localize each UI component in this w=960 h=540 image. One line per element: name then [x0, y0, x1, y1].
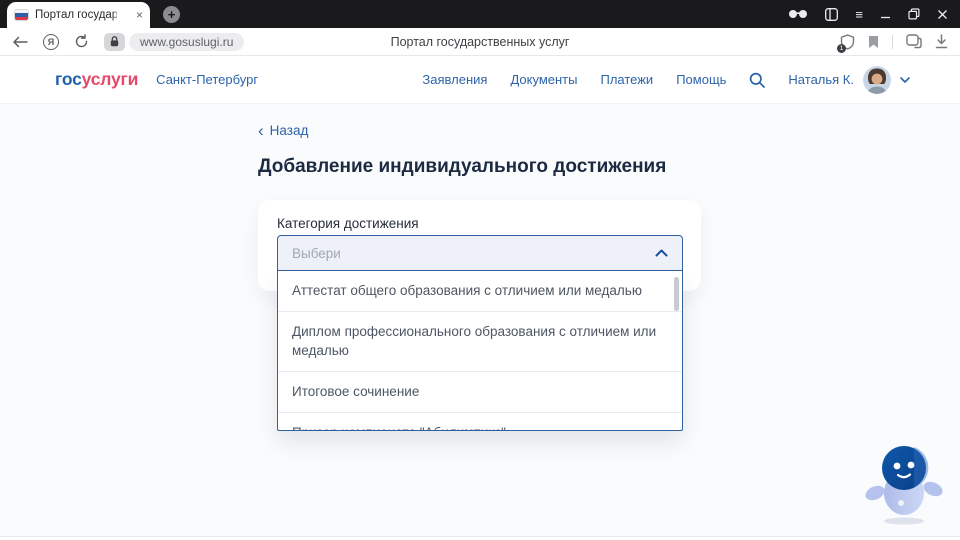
page-title: Добавление индивидуального достижения [258, 156, 666, 178]
region-selector[interactable]: Санкт-Петербург [156, 72, 258, 87]
select-placeholder: Выбери [292, 246, 341, 261]
nav-link-payments[interactable]: Платежи [600, 72, 653, 87]
browser-toolbar: Я www.gosuslugi.ru Портал государственны… [0, 28, 960, 56]
protect-shield-icon[interactable]: 1 [840, 34, 855, 50]
logo-part-blue: гос [55, 69, 82, 89]
site-header: госуслуги Санкт-Петербург Заявления Доку… [0, 56, 960, 104]
site-lock-icon[interactable] [104, 33, 125, 51]
window-minimize-icon[interactable] [880, 9, 891, 20]
yandex-home-icon[interactable]: Я [43, 34, 59, 50]
address-bar[interactable]: www.gosuslugi.ru [129, 33, 244, 51]
download-icon[interactable] [935, 34, 948, 49]
back-label: Назад [270, 123, 309, 138]
back-icon[interactable] [12, 36, 28, 48]
browser-tab[interactable]: Портал государственны × [7, 2, 150, 28]
robot-assistant-mascot[interactable] [862, 440, 946, 528]
user-menu[interactable]: Наталья К. [788, 66, 910, 94]
bookmark-flag-icon[interactable] [868, 35, 879, 49]
collections-icon[interactable] [906, 34, 922, 49]
incognito-glasses-icon[interactable] [788, 9, 808, 19]
nav-link-statements[interactable]: Заявления [422, 72, 487, 87]
chevron-down-icon [900, 77, 910, 83]
browser-menu-icon[interactable]: ≡ [855, 8, 863, 21]
bookmarks-panel-icon[interactable] [825, 8, 838, 21]
category-dropdown: Аттестат общего образования с отличием и… [277, 271, 683, 431]
russian-flag-favicon [14, 9, 29, 21]
new-tab-button[interactable]: + [163, 6, 180, 23]
dropdown-option-sochinenie[interactable]: Итоговое сочинение [278, 372, 682, 413]
tab-close-icon[interactable]: × [136, 9, 143, 21]
category-field-label: Категория достижения [277, 216, 419, 231]
back-chevron-icon: ‹ [258, 124, 264, 137]
avatar [863, 66, 891, 94]
header-nav: Заявления Документы Платежи Помощь Натал… [422, 66, 910, 94]
gosuslugi-logo[interactable]: госуслуги [55, 69, 138, 90]
dropdown-option-diplom[interactable]: Диплом профессионального образования с о… [278, 312, 682, 372]
dropdown-scrollbar-thumb[interactable] [674, 277, 679, 311]
user-name: Наталья К. [788, 72, 854, 87]
window-restore-icon[interactable] [908, 8, 920, 20]
shield-badge-count: 1 [837, 44, 846, 53]
browser-tab-bar: Портал государственны × + ≡ [0, 0, 960, 28]
dropdown-option-attestat[interactable]: Аттестат общего образования с отличием и… [278, 271, 682, 312]
tab-title: Портал государственны [35, 9, 117, 21]
nav-link-help[interactable]: Помощь [676, 72, 726, 87]
tab-title-fade [112, 4, 128, 26]
category-select[interactable]: Выбери [277, 235, 683, 271]
nav-link-documents[interactable]: Документы [510, 72, 577, 87]
toolbar-divider [892, 35, 893, 49]
dropdown-option-abilimpiks[interactable]: Призер чемпионата "Абилимпикс" [278, 413, 682, 431]
logo-part-red: услуги [82, 69, 139, 89]
chevron-up-icon [655, 249, 668, 257]
refresh-icon[interactable] [74, 34, 89, 49]
screen: Портал государственны × + ≡ [0, 0, 960, 540]
search-icon[interactable] [749, 72, 765, 88]
bottom-edge [0, 536, 960, 540]
window-close-icon[interactable] [937, 9, 948, 20]
back-link[interactable]: ‹ Назад [258, 123, 308, 138]
